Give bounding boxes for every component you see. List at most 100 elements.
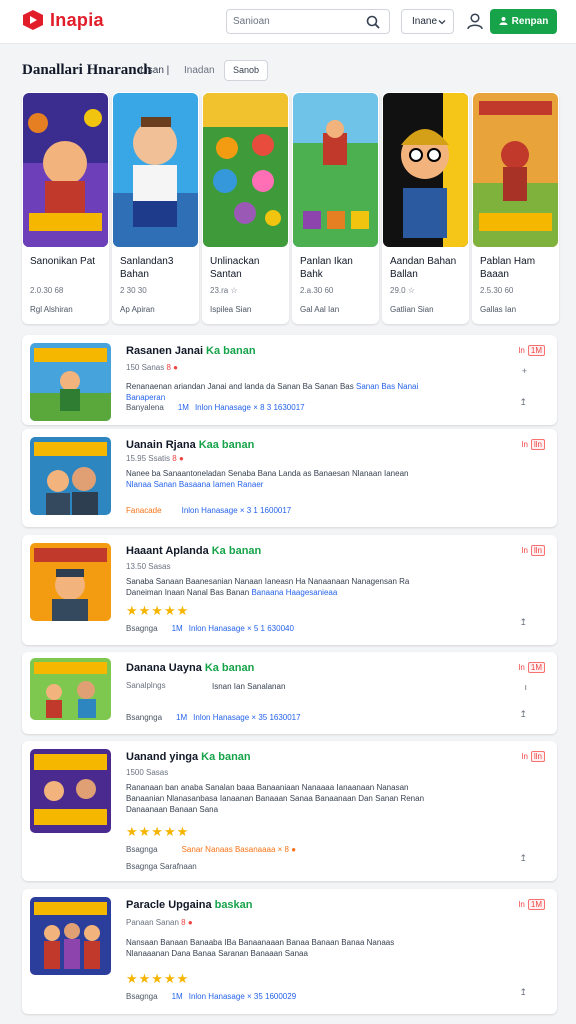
card-title: Aandan Bahan Ballan [390, 256, 457, 280]
sort-button[interactable]: Sanob [224, 60, 268, 81]
download-icon[interactable]: ↥ [519, 709, 527, 720]
game-thumbnail[interactable] [30, 658, 111, 720]
card-title: Sanlandan3 Bahan [120, 256, 174, 280]
game-thumbnail[interactable] [30, 543, 111, 621]
item-title[interactable]: Paracle Upgaina baskan [126, 899, 253, 911]
search-input[interactable] [233, 13, 363, 30]
card-stats: 2.0.30 68 [30, 286, 64, 295]
card-developer-link[interactable]: Rgl Alshiran [30, 305, 73, 314]
featured-card[interactable]: Sanlandan3 Bahan 2 30 30 Ap Apiran [112, 92, 199, 324]
language-label: Inane [412, 16, 438, 27]
logo-text[interactable]: Inapia [50, 10, 104, 31]
featured-card[interactable]: Pablan Ham Baaan 2.5.30 60 Gallas Ian [472, 92, 559, 324]
rating-stars: ★★★★★ [126, 971, 190, 986]
item-description: Sanaba Sanaan Baanesanian Nanaan Ianeasn… [126, 577, 410, 597]
game-artwork[interactable] [203, 93, 288, 247]
card-developer-link[interactable]: Ap Apiran [120, 305, 155, 314]
item-title[interactable]: Danana Uayna Ka banan [126, 662, 254, 674]
item-badge: ln lln [522, 439, 545, 450]
item-description: Renanaenan ariandan Janai and landa da S… [126, 382, 419, 402]
item-meta: 15.95 Ssatis 8 ● [126, 454, 184, 463]
item-footer: Bsagnga Sanar Nanaas Basanaaaa × 8 ● [126, 845, 297, 854]
item-badge: ln lln [522, 751, 545, 762]
chevron-down-icon [438, 20, 446, 25]
item-footer: Banyalena 1M Inlon Hanasage × 8 3 1630017 [126, 403, 305, 412]
game-artwork[interactable] [473, 93, 558, 247]
item-meta: 150 Sanas 8 ● [126, 363, 179, 372]
game-artwork[interactable] [383, 93, 468, 247]
game-thumbnail[interactable] [30, 437, 111, 515]
download-icon[interactable]: ↥ [519, 617, 527, 628]
list-item[interactable]: Uanand yinga Ka banan 1500 Sasas Rananaan… [22, 741, 557, 881]
more-icon[interactable]: ı [524, 682, 527, 692]
top-bar: Inapia Inane Renpan [0, 0, 576, 44]
list-item[interactable]: Haaant Aplanda Ka banan 13.50 Sasas Sanab… [22, 535, 557, 645]
item-description: Nansaan Banaan Banaaba IBa Banaanaaan Ba… [126, 938, 395, 958]
featured-card[interactable]: Aandan Bahan Ballan 29.0 ☆ Gatlian Sian [382, 92, 469, 324]
item-footer: Bsagnga 1M Inlon Hanasage × 5 1 630040 [126, 624, 294, 633]
card-title: Pablan Ham Baaan [480, 256, 536, 280]
game-thumbnail[interactable] [30, 343, 111, 421]
featured-carousel: Sanonikan Pat 2.0.30 68 Rgl Alshiran San… [22, 92, 559, 324]
rating-stars: ★★★★★ [126, 824, 190, 839]
item-meta: Sanalplngs [126, 681, 166, 690]
item-title[interactable]: Haaant Aplanda Ka banan [126, 545, 261, 557]
item-footer: Bsagnga 1M Inlon Hanasage × 35 1600029 [126, 992, 297, 1001]
card-stats: 2.5.30 60 [480, 286, 514, 295]
item-footer-secondary: Bsagnga Sarafnaan [126, 862, 197, 871]
card-stats: 2.a.30 60 [300, 286, 334, 295]
section-subtitle[interactable]: Lisan | [140, 65, 169, 76]
card-developer-link[interactable]: Gal Aal Ian [300, 305, 339, 314]
game-artwork[interactable] [293, 93, 378, 247]
card-stats: 29.0 ☆ [390, 286, 415, 295]
card-title: Unlinackan Santan [210, 256, 260, 280]
item-meta: 1500 Sasas [126, 768, 169, 777]
card-title: Panlan Ikan Bahk [300, 256, 353, 280]
item-title[interactable]: Uanain Rjana Kaa banan [126, 439, 254, 451]
logo-icon[interactable] [22, 9, 44, 31]
item-title[interactable]: Uanand yinga Ka banan [126, 751, 251, 763]
register-label: Renpan [511, 16, 549, 27]
game-artwork[interactable] [23, 93, 108, 247]
user-icon[interactable] [466, 12, 484, 30]
language-select[interactable]: Inane [401, 9, 454, 34]
item-meta: Panaan Sanan 8 ● [126, 918, 193, 927]
item-footer: Fanacade Inlon Hanasage × 3 1 1600017 [126, 506, 292, 515]
game-thumbnail[interactable] [30, 897, 111, 975]
item-badge: ln lln [522, 545, 545, 556]
featured-card[interactable]: Unlinackan Santan 23.ra ☆ Ispilea Sian [202, 92, 289, 324]
item-badge: ln 1M [519, 899, 545, 910]
item-title[interactable]: Rasanen Janai Ka banan [126, 345, 256, 357]
list-item[interactable]: Rasanen Janai Ka banan 150 Sanas 8 ● Rena… [22, 335, 557, 425]
search-icon[interactable] [365, 14, 381, 30]
item-badge: ln 1M [519, 345, 545, 356]
download-icon[interactable]: ↥ [519, 987, 527, 998]
game-artwork[interactable] [113, 93, 198, 247]
item-description: Nanee ba Sanaantoneladan Senaba Bana Lan… [126, 469, 409, 489]
section-filter[interactable]: Inadan [184, 65, 215, 76]
download-icon[interactable]: ↥ [519, 853, 527, 864]
list-item[interactable]: Uanain Rjana Kaa banan 15.95 Ssatis 8 ● N… [22, 429, 557, 527]
featured-card[interactable]: Panlan Ikan Bahk 2.a.30 60 Gal Aal Ian [292, 92, 379, 324]
card-developer-link[interactable]: Gallas Ian [480, 305, 516, 314]
list-item[interactable]: Danana Uayna Ka banan Sanalplngs Isnan Ia… [22, 652, 557, 734]
featured-card[interactable]: Sanonikan Pat 2.0.30 68 Rgl Alshiran [22, 92, 109, 324]
item-description: Isnan Ian Sanalanan [212, 682, 286, 691]
section-title: Danallari Hnaranch [22, 62, 152, 78]
item-badge: ln 1M [519, 662, 545, 673]
card-title: Sanonikan Pat [30, 256, 96, 267]
search-box[interactable] [226, 9, 390, 34]
register-button[interactable]: Renpan [490, 9, 557, 34]
download-icon[interactable]: ↥ [519, 397, 527, 408]
more-icon[interactable]: + [522, 366, 527, 376]
item-description: Rananaan ban anaba Sanalan baaa Banaania… [126, 783, 425, 814]
card-developer-link[interactable]: Gatlian Sian [390, 305, 434, 314]
card-stats: 23.ra ☆ [210, 286, 238, 295]
card-developer-link[interactable]: Ispilea Sian [210, 305, 251, 314]
game-thumbnail[interactable] [30, 749, 111, 833]
item-meta: 13.50 Sasas [126, 562, 171, 571]
user-plus-icon [499, 17, 508, 25]
rating-stars: ★★★★★ [126, 603, 190, 618]
item-footer: Bsangnga 1M Inlon Hanasage × 35 1630017 [126, 713, 301, 722]
list-item[interactable]: Paracle Upgaina baskan Panaan Sanan 8 ● N… [22, 889, 557, 1014]
